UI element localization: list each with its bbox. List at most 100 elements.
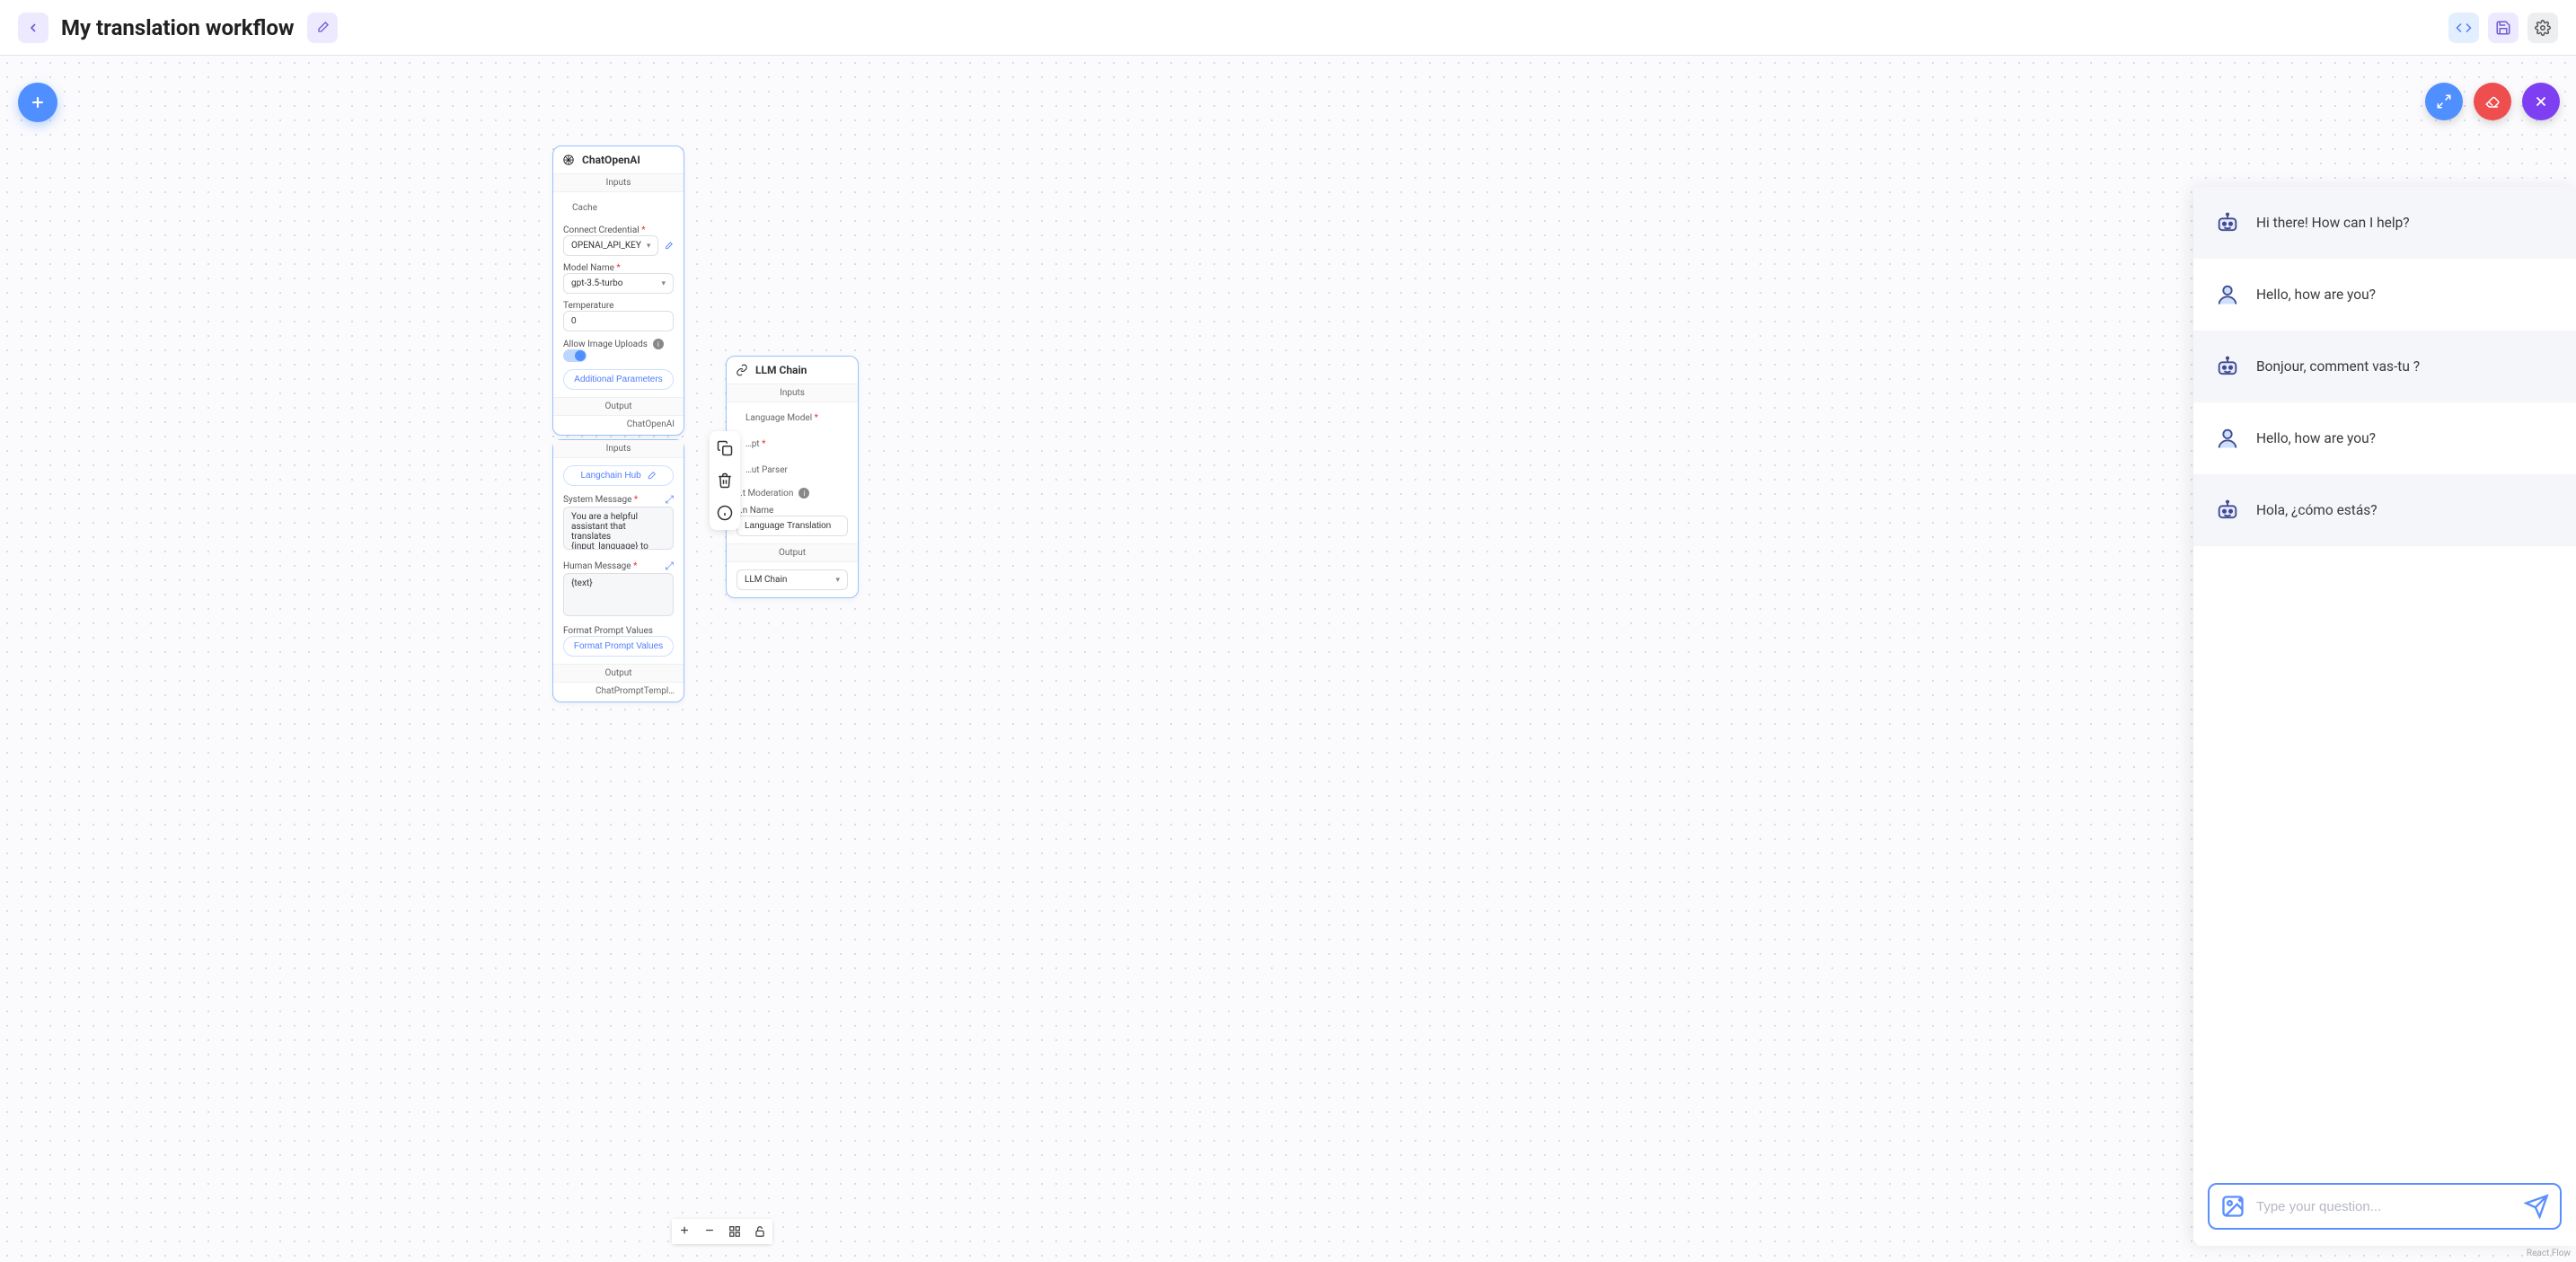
chat-message-text: Hola, ¿cómo estás?: [2256, 502, 2378, 518]
attach-image-icon[interactable]: [2220, 1194, 2245, 1219]
expand-system-icon[interactable]: ⤢: [665, 493, 674, 507]
moderation-port[interactable]: …t Moderation: [737, 489, 793, 499]
close-icon: [2533, 93, 2549, 110]
chat-message: Hello, how are you?: [2193, 402, 2576, 474]
human-message-input[interactable]: [563, 573, 674, 616]
info-icon[interactable]: [717, 505, 733, 521]
output-port[interactable]: ChatOpenAI: [553, 416, 684, 435]
node-header[interactable]: LLM Chain: [727, 357, 858, 384]
chat-message: Bonjour, comment vas-tu ?: [2193, 331, 2576, 402]
chat-text-input[interactable]: [2256, 1199, 2513, 1214]
code-icon: [2456, 20, 2472, 36]
add-node-button[interactable]: [18, 83, 57, 122]
chat-message-text: Hello, how are you?: [2256, 287, 2376, 303]
node-inputs-label: Inputs: [553, 440, 684, 458]
format-prompt-button[interactable]: Format Prompt Values: [563, 636, 674, 657]
node-llm-chain[interactable]: LLM Chain Inputs Language Model * …pt * …: [726, 356, 859, 598]
canvas-toolbar: [2425, 83, 2560, 120]
user-avatar-icon: [2215, 426, 2240, 451]
chain-output-select[interactable]: LLM Chain: [737, 569, 848, 590]
bot-avatar-icon: [2215, 498, 2240, 523]
credential-label: Connect Credential *: [563, 225, 674, 235]
info-icon[interactable]: i: [653, 339, 664, 349]
pencil-icon: [315, 21, 330, 35]
copy-icon[interactable]: [717, 440, 733, 456]
trash-icon[interactable]: [717, 472, 733, 489]
prompt-port[interactable]: …pt *: [737, 436, 848, 454]
edit-title-button[interactable]: [307, 13, 338, 43]
chat-message: Hello, how are you?: [2193, 259, 2576, 331]
language-model-port[interactable]: Language Model *: [737, 410, 848, 428]
node-action-menu: [710, 431, 740, 530]
node-prompt-template[interactable]: Inputs Langchain Hub System Message * ⤢ …: [552, 439, 684, 702]
topbar: My translation workflow: [0, 0, 2576, 56]
langchain-hub-button[interactable]: Langchain Hub: [563, 465, 674, 486]
chain-icon: [736, 364, 748, 376]
chat-message: Hola, ¿cómo estás?: [2193, 474, 2576, 546]
expand-icon: [2436, 93, 2452, 110]
topbar-left: My translation workflow: [18, 13, 338, 43]
system-message-input[interactable]: [563, 507, 674, 550]
lock-button[interactable]: [747, 1219, 772, 1244]
settings-button[interactable]: [2527, 13, 2558, 43]
chain-name-label: …n Name: [737, 506, 848, 516]
node-header[interactable]: ChatOpenAI: [553, 146, 684, 173]
send-icon[interactable]: [2524, 1194, 2549, 1219]
page-title: My translation workflow: [61, 15, 295, 40]
allow-image-toggle[interactable]: [563, 349, 587, 362]
chat-messages[interactable]: Hi there! How can I help? Hello, how are …: [2193, 187, 2576, 1170]
node-inputs-label: Inputs: [553, 173, 684, 192]
node-chatopenai[interactable]: ChatOpenAI Inputs Cache Connect Credenti…: [552, 146, 684, 436]
unlock-icon: [754, 1225, 766, 1238]
erase-button[interactable]: [2474, 83, 2511, 120]
chain-name-input[interactable]: [737, 516, 848, 536]
expand-human-icon[interactable]: ⤢: [665, 560, 674, 573]
topbar-right: [2448, 13, 2558, 43]
system-message-label: System Message *: [563, 495, 638, 505]
fit-view-button[interactable]: [722, 1219, 747, 1244]
cache-port[interactable]: Cache: [563, 199, 674, 218]
temperature-label: Temperature: [563, 301, 674, 311]
chevron-left-icon: [26, 21, 40, 35]
chat-message-text: Hi there! How can I help?: [2256, 215, 2410, 231]
openai-icon: [562, 154, 575, 166]
fit-view-icon: [728, 1225, 741, 1238]
format-prompt-label: Format Prompt Values: [563, 626, 674, 636]
user-avatar-icon: [2215, 282, 2240, 307]
magic-wand-icon: [648, 471, 657, 480]
human-message-label: Human Message *: [563, 561, 637, 571]
node-output-label: Output: [553, 397, 684, 416]
node-title: ChatOpenAI: [582, 154, 640, 166]
info-icon[interactable]: i: [798, 488, 809, 499]
expand-button[interactable]: [2425, 83, 2463, 120]
back-button[interactable]: [18, 13, 49, 43]
save-button[interactable]: [2488, 13, 2519, 43]
node-title: LLM Chain: [755, 364, 807, 376]
zoom-in-button[interactable]: +: [672, 1219, 697, 1244]
zoom-out-button[interactable]: −: [697, 1219, 722, 1244]
model-select[interactable]: gpt-3.5-turbo: [563, 273, 674, 294]
chat-input: [2208, 1183, 2562, 1230]
model-label: Model Name *: [563, 263, 674, 273]
edit-credential-icon[interactable]: [664, 240, 674, 252]
bot-avatar-icon: [2215, 354, 2240, 379]
flow-canvas[interactable]: ChatOpenAI Inputs Cache Connect Credenti…: [0, 56, 2576, 1262]
chat-message-text: Bonjour, comment vas-tu ?: [2256, 358, 2420, 375]
code-button[interactable]: [2448, 13, 2479, 43]
allow-image-label: Allow Image Uploads: [563, 340, 648, 349]
credential-select[interactable]: OPENAI_API_KEY: [563, 235, 658, 256]
save-icon: [2495, 20, 2511, 36]
node-output-label: Output: [553, 664, 684, 683]
output-parser-port[interactable]: …ut Parser: [737, 462, 848, 481]
output-port[interactable]: ChatPromptTempl…: [553, 683, 684, 702]
chat-message-text: Hello, how are you?: [2256, 430, 2376, 446]
additional-params-button[interactable]: Additional Parameters: [563, 369, 674, 390]
reactflow-controls: + −: [672, 1219, 772, 1244]
close-chat-button[interactable]: [2522, 83, 2560, 120]
reactflow-attribution: React Flow: [2527, 1249, 2571, 1258]
chat-input-area: [2193, 1170, 2576, 1246]
gear-icon: [2535, 20, 2551, 36]
plus-icon: [29, 93, 47, 111]
temperature-input[interactable]: [563, 311, 674, 331]
node-inputs-label: Inputs: [727, 384, 858, 402]
